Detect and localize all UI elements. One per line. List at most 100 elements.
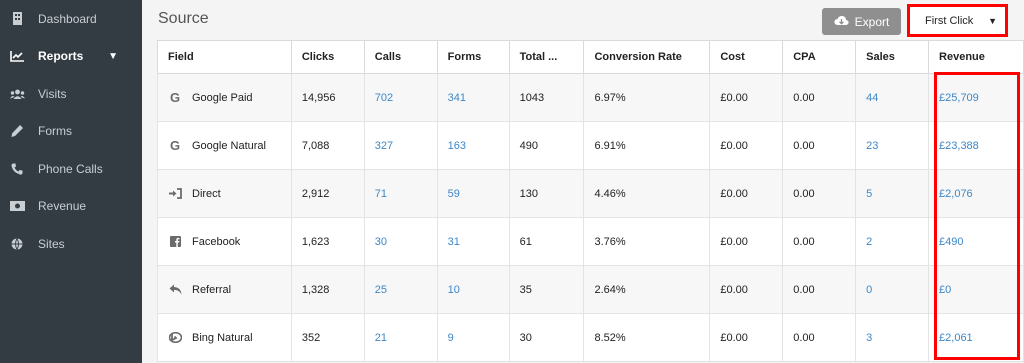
column-header-clicks[interactable]: Clicks [290, 40, 365, 74]
globe-icon [8, 238, 26, 250]
clicks-cell: 7,088 [290, 121, 365, 170]
forms-link[interactable]: 341 [436, 73, 510, 122]
forms-link[interactable]: 9 [436, 313, 510, 362]
sidebar-item-label: Revenue [38, 199, 87, 214]
caret-down-icon: ▼ [988, 15, 997, 26]
sidebar-item-label: Dashboard [38, 11, 97, 26]
calls-link[interactable]: 702 [363, 73, 438, 122]
column-header-total[interactable]: Total ... [508, 40, 585, 74]
revenue-link[interactable]: £490 [928, 217, 1024, 266]
total-cell: 130 [508, 169, 585, 218]
sales-link[interactable]: 2 [855, 217, 930, 266]
total-cell: 61 [508, 217, 585, 266]
sidebar-item-phone-calls[interactable]: Phone Calls [0, 150, 142, 188]
clicks-cell: 1,328 [290, 265, 365, 314]
cost-cell: £0.00 [709, 121, 784, 170]
conversion-rate-cell: 3.76% [583, 217, 711, 266]
sidebar-item-sites[interactable]: Sites [0, 225, 142, 263]
forms-link[interactable]: 31 [436, 217, 510, 266]
revenue-link[interactable]: £2,076 [928, 169, 1024, 218]
sidebar-item-forms[interactable]: Forms [0, 113, 142, 151]
sidebar-item-dashboard[interactable]: Dashboard [0, 0, 142, 38]
revenue-link[interactable]: £2,061 [928, 313, 1024, 362]
main-content: Source Export First Click ▼ Field Clicks… [142, 0, 1024, 363]
calls-link[interactable]: 25 [363, 265, 438, 314]
column-header-sales[interactable]: Sales [855, 40, 930, 74]
users-icon [8, 89, 26, 99]
calls-link[interactable]: 71 [363, 169, 438, 218]
export-button[interactable]: Export [822, 8, 901, 35]
sales-link[interactable]: 0 [855, 265, 930, 314]
cost-cell: £0.00 [709, 217, 784, 266]
bing-icon [168, 332, 182, 343]
attribution-model-select[interactable]: First Click ▼ [907, 4, 1008, 37]
field-label: Google Natural [192, 139, 266, 152]
field-cell: Referral [157, 265, 292, 314]
source-table: Field Clicks Calls Forms Total ... Conve… [157, 40, 1024, 362]
pencil-icon [8, 125, 26, 138]
table-row: Bing Natural 352 21 9 30 8.52% £0.00 0.0… [157, 313, 1024, 362]
table-header-row: Field Clicks Calls Forms Total ... Conve… [157, 40, 1024, 74]
cost-cell: £0.00 [709, 313, 784, 362]
sidebar-item-label: Phone Calls [38, 161, 103, 176]
reports-chart-icon [8, 50, 26, 62]
field-label: Bing Natural [192, 331, 253, 344]
sidebar-item-visits[interactable]: Visits [0, 75, 142, 113]
google-icon: G [169, 138, 181, 153]
conversion-rate-cell: 6.97% [583, 73, 711, 122]
column-header-forms[interactable]: Forms [436, 40, 510, 74]
money-icon [8, 201, 26, 212]
table-row: Facebook 1,623 30 31 61 3.76% £0.00 0.00… [157, 217, 1024, 266]
column-header-cost[interactable]: Cost [709, 40, 784, 74]
conversion-rate-cell: 2.64% [583, 265, 711, 314]
google-icon: G [169, 90, 181, 105]
field-cell: Direct [157, 169, 292, 218]
clicks-cell: 352 [290, 313, 365, 362]
clicks-cell: 14,956 [290, 73, 365, 122]
sales-link[interactable]: 5 [855, 169, 930, 218]
cost-cell: £0.00 [709, 73, 784, 122]
total-cell: 490 [508, 121, 585, 170]
revenue-link[interactable]: £25,709 [928, 73, 1024, 122]
phone-icon [8, 163, 26, 175]
cpa-cell: 0.00 [782, 265, 857, 314]
sales-link[interactable]: 23 [855, 121, 930, 170]
column-header-conversion-rate[interactable]: Conversion Rate [583, 40, 711, 74]
cost-cell: £0.00 [709, 169, 784, 218]
field-cell: G Google Natural [157, 121, 292, 170]
attribution-model-value: First Click [925, 14, 974, 27]
sign-in-icon [168, 188, 182, 199]
cpa-cell: 0.00 [782, 313, 857, 362]
sidebar-item-revenue[interactable]: Revenue [0, 188, 142, 226]
field-label: Facebook [192, 235, 241, 248]
forms-link[interactable]: 163 [436, 121, 510, 170]
sidebar-item-label: Visits [38, 86, 67, 101]
sales-link[interactable]: 3 [855, 313, 930, 362]
table-row: G Google Paid 14,956 702 341 1043 6.97% £… [157, 73, 1024, 122]
sales-link[interactable]: 44 [855, 73, 930, 122]
dashboard-icon [8, 12, 26, 26]
column-header-calls[interactable]: Calls [363, 40, 438, 74]
conversion-rate-cell: 8.52% [583, 313, 711, 362]
table-row: Direct 2,912 71 59 130 4.46% £0.00 0.00 … [157, 169, 1024, 218]
calls-link[interactable]: 327 [363, 121, 438, 170]
calls-link[interactable]: 30 [363, 217, 438, 266]
cpa-cell: 0.00 [782, 169, 857, 218]
field-label: Direct [192, 187, 221, 200]
sidebar-item-reports[interactable]: Reports ▼ [0, 38, 142, 76]
cloud-download-icon [834, 15, 849, 29]
forms-link[interactable]: 59 [436, 169, 510, 218]
column-header-revenue[interactable]: Revenue [928, 40, 1024, 74]
table-row: G Google Natural 7,088 327 163 490 6.91% … [157, 121, 1024, 170]
revenue-link[interactable]: £23,388 [928, 121, 1024, 170]
field-label: Google Paid [192, 91, 253, 104]
revenue-link[interactable]: £0 [928, 265, 1024, 314]
calls-link[interactable]: 21 [363, 313, 438, 362]
field-cell: Bing Natural [157, 313, 292, 362]
field-cell: G Google Paid [157, 73, 292, 122]
column-header-field[interactable]: Field [157, 40, 292, 74]
reply-arrow-icon [168, 284, 182, 295]
cost-cell: £0.00 [709, 265, 784, 314]
column-header-cpa[interactable]: CPA [782, 40, 857, 74]
forms-link[interactable]: 10 [436, 265, 510, 314]
